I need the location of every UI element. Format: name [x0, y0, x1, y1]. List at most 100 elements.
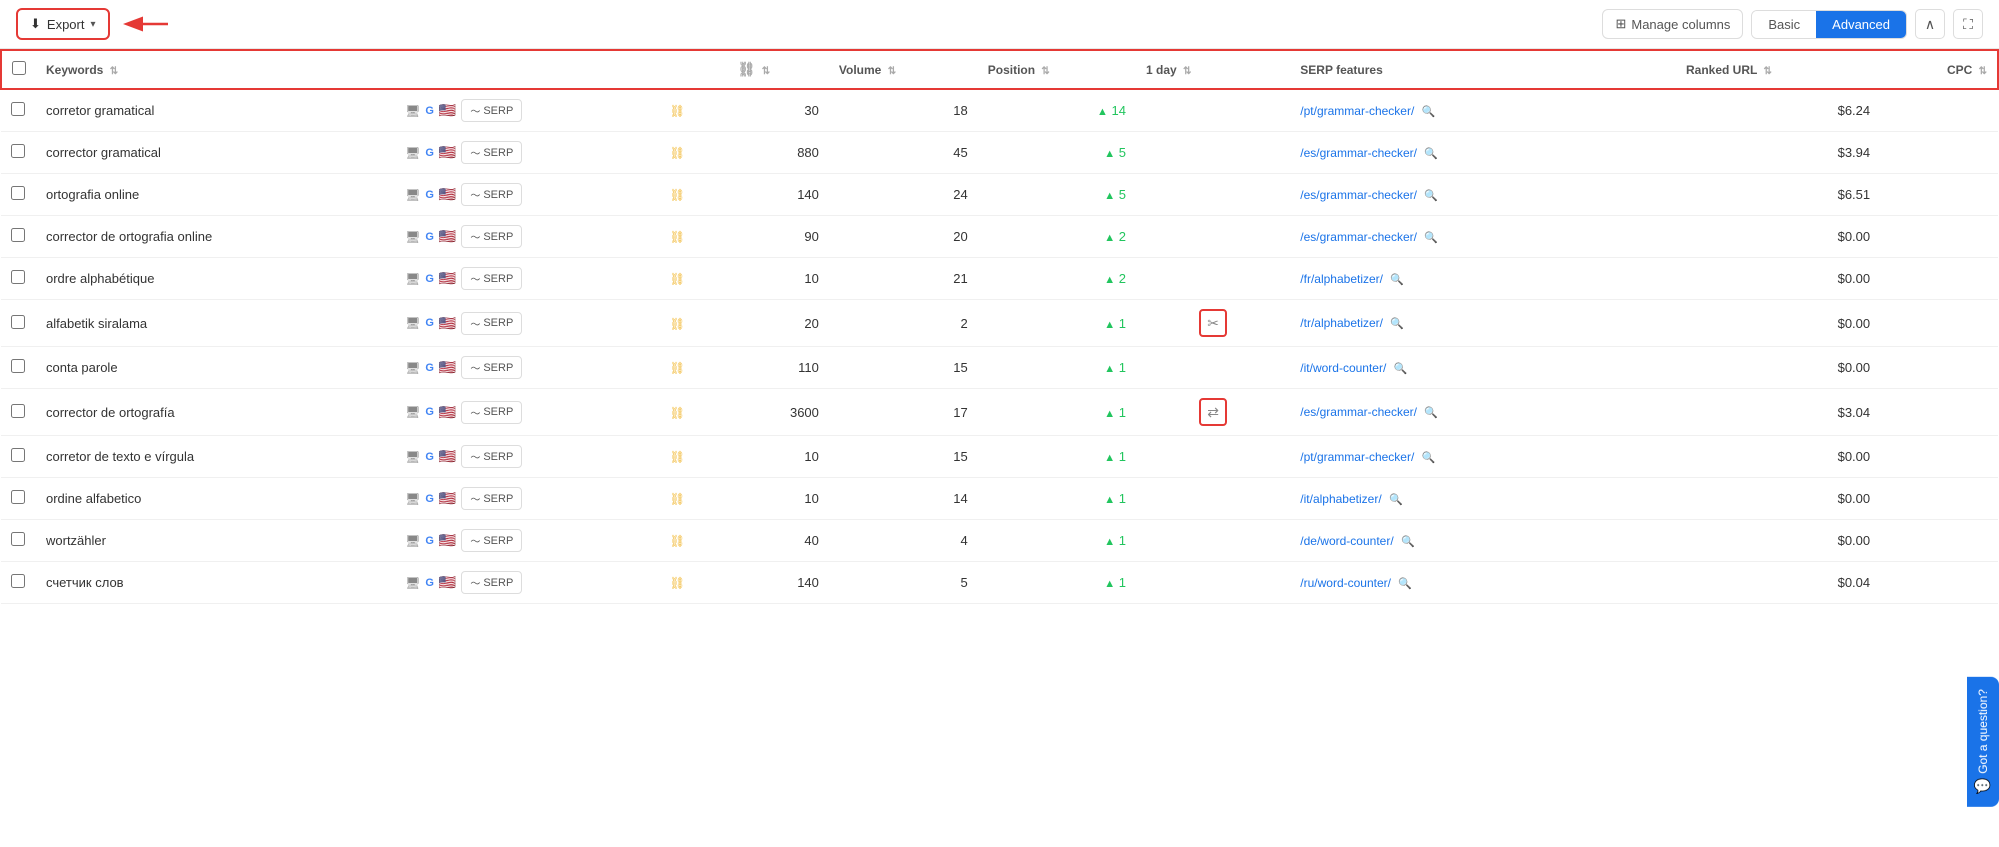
- search-icon[interactable]: 🔍: [1424, 407, 1438, 419]
- chain-icon: ⛓: [670, 534, 685, 548]
- row-checkbox[interactable]: [11, 359, 25, 373]
- row-checkbox-cell[interactable]: [1, 174, 36, 216]
- row-checkbox-cell[interactable]: [1, 132, 36, 174]
- serp-features-cell: [1136, 347, 1290, 389]
- search-icon[interactable]: 🔍: [1422, 106, 1436, 118]
- row-checkbox-cell[interactable]: [1, 347, 36, 389]
- volume-column-header[interactable]: Volume ⇅: [829, 50, 978, 89]
- row-checkbox[interactable]: [11, 448, 25, 462]
- row-checkbox[interactable]: [11, 404, 25, 418]
- ranked-url-link[interactable]: /tr/alphabetizer/: [1300, 316, 1383, 330]
- row-checkbox[interactable]: [11, 102, 25, 116]
- flag-icon: 🇺🇸: [439, 315, 456, 332]
- row-checkbox-cell[interactable]: [1, 436, 36, 478]
- ranked-url-link[interactable]: /es/grammar-checker/: [1300, 230, 1417, 244]
- device-icons-cell: 🖥 G 🇺🇸 〜 SERP: [395, 562, 660, 604]
- search-icon[interactable]: 🔍: [1401, 536, 1415, 548]
- search-icon[interactable]: 🔍: [1390, 274, 1404, 286]
- position-column-header[interactable]: Position ⇅: [978, 50, 1136, 89]
- collapse-button[interactable]: ∧: [1915, 9, 1945, 39]
- basic-view-button[interactable]: Basic: [1752, 11, 1816, 38]
- monitor-icon: 🖥: [405, 230, 420, 244]
- row-checkbox-cell[interactable]: [1, 389, 36, 436]
- ranked-url-link[interactable]: /es/grammar-checker/: [1300, 405, 1417, 419]
- advanced-view-button[interactable]: Advanced: [1816, 11, 1906, 38]
- keyword-cell: ordine alfabetico: [36, 478, 395, 520]
- row-checkbox-cell[interactable]: [1, 89, 36, 132]
- ranked-url-cell: /pt/grammar-checker/ 🔍: [1290, 436, 1676, 478]
- row-checkbox-cell[interactable]: [1, 520, 36, 562]
- serp-button[interactable]: 〜 SERP: [461, 99, 522, 122]
- serp-button[interactable]: 〜 SERP: [461, 225, 522, 248]
- day-change-cell: ▲ 5: [978, 132, 1136, 174]
- serp-button[interactable]: 〜 SERP: [461, 529, 522, 552]
- day-change-cell: ▲ 1: [978, 520, 1136, 562]
- cpc-cell: $0.00: [1676, 347, 1880, 389]
- export-button[interactable]: ⬇ Export ▾: [16, 8, 110, 40]
- serp-button[interactable]: 〜 SERP: [461, 571, 522, 594]
- serp-button[interactable]: 〜 SERP: [461, 487, 522, 510]
- row-checkbox-cell[interactable]: [1, 300, 36, 347]
- search-icon[interactable]: 🔍: [1389, 494, 1403, 506]
- flag-icon: 🇺🇸: [439, 186, 456, 203]
- sort-icon: ⇅: [110, 66, 118, 77]
- search-icon[interactable]: 🔍: [1424, 190, 1438, 202]
- expand-button[interactable]: ⛶: [1953, 9, 1983, 39]
- serp-button[interactable]: 〜 SERP: [461, 356, 522, 379]
- serp-button[interactable]: 〜 SERP: [461, 183, 522, 206]
- ranked-url-link[interactable]: /it/word-counter/: [1300, 361, 1386, 375]
- day-change-value: 1: [1119, 316, 1126, 331]
- row-checkbox[interactable]: [11, 315, 25, 329]
- ranked-url-link[interactable]: /it/alphabetizer/: [1300, 492, 1381, 506]
- search-icon[interactable]: 🔍: [1398, 578, 1412, 590]
- serp-button[interactable]: 〜 SERP: [461, 401, 522, 424]
- serp-button[interactable]: 〜 SERP: [461, 267, 522, 290]
- trend-icon: 〜: [470, 449, 480, 464]
- ranked-url-link[interactable]: /pt/grammar-checker/: [1300, 104, 1414, 118]
- row-checkbox-cell[interactable]: [1, 258, 36, 300]
- search-icon[interactable]: 🔍: [1422, 452, 1436, 464]
- search-icon[interactable]: 🔍: [1424, 148, 1438, 160]
- export-label: Export: [47, 17, 85, 32]
- row-checkbox[interactable]: [11, 574, 25, 588]
- ranked-url-link[interactable]: /fr/alphabetizer/: [1300, 272, 1383, 286]
- ranked-url-link[interactable]: /de/word-counter/: [1300, 534, 1393, 548]
- cpc-column-header[interactable]: CPC ⇅: [1880, 50, 1998, 89]
- row-checkbox[interactable]: [11, 532, 25, 546]
- serp-button[interactable]: 〜 SERP: [461, 312, 522, 335]
- day-change-cell: ▲ 1: [978, 389, 1136, 436]
- position-cell: 5: [829, 562, 978, 604]
- ranked-url-link[interactable]: /es/grammar-checker/: [1300, 188, 1417, 202]
- volume-cell: 40: [728, 520, 829, 562]
- search-icon[interactable]: 🔍: [1394, 363, 1408, 375]
- keywords-column-header[interactable]: Keywords ⇅: [36, 50, 395, 89]
- search-icon[interactable]: 🔍: [1424, 232, 1438, 244]
- day-column-header[interactable]: 1 day ⇅: [1136, 50, 1290, 89]
- up-arrow-icon: ▲: [1104, 494, 1115, 506]
- link-column-header: ⛓ ⇅: [728, 50, 829, 89]
- google-icon: G: [425, 493, 434, 505]
- select-all-header[interactable]: [1, 50, 36, 89]
- row-checkbox-cell[interactable]: [1, 216, 36, 258]
- trend-icon: 〜: [470, 187, 480, 202]
- select-all-checkbox[interactable]: [12, 61, 26, 75]
- manage-columns-button[interactable]: ⊞ Manage columns: [1602, 9, 1743, 39]
- serp-button[interactable]: 〜 SERP: [461, 445, 522, 468]
- url-column-header[interactable]: Ranked URL ⇅: [1676, 50, 1880, 89]
- row-checkbox[interactable]: [11, 490, 25, 504]
- serp-button[interactable]: 〜 SERP: [461, 141, 522, 164]
- row-checkbox-cell[interactable]: [1, 562, 36, 604]
- row-checkbox[interactable]: [11, 186, 25, 200]
- ranked-url-link[interactable]: /ru/word-counter/: [1300, 576, 1391, 590]
- row-checkbox[interactable]: [11, 144, 25, 158]
- keyword-cell: conta parole: [36, 347, 395, 389]
- search-icon[interactable]: 🔍: [1390, 318, 1404, 330]
- monitor-icon: 🖥: [405, 450, 420, 464]
- ranked-url-link[interactable]: /pt/grammar-checker/: [1300, 450, 1414, 464]
- row-checkbox[interactable]: [11, 270, 25, 284]
- cpc-cell: $0.00: [1676, 216, 1880, 258]
- ranked-url-link[interactable]: /es/grammar-checker/: [1300, 146, 1417, 160]
- row-checkbox[interactable]: [11, 228, 25, 242]
- row-checkbox-cell[interactable]: [1, 478, 36, 520]
- chat-widget[interactable]: 💬 Got a question?: [1967, 677, 1999, 807]
